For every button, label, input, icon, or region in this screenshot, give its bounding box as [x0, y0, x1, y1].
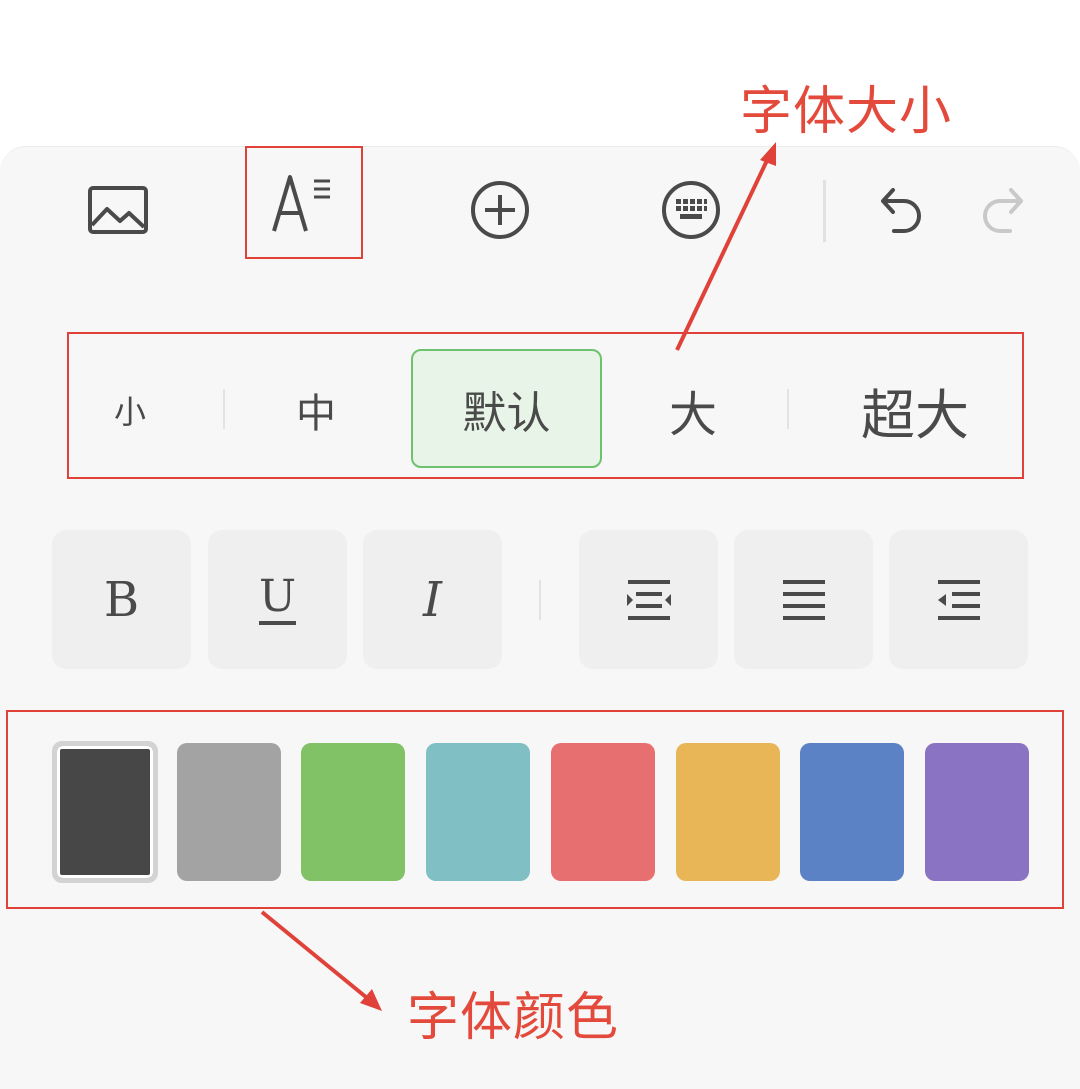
italic-label: I: [423, 571, 442, 628]
toolbar-divider: [823, 180, 826, 242]
undo-icon: [881, 188, 921, 233]
font-size-annotation: 字体大小: [740, 82, 953, 142]
bold-label: B: [103, 571, 140, 628]
font-size-highlight: [67, 332, 1024, 479]
align-justify-icon: [782, 579, 825, 620]
font-style-highlight: [245, 146, 363, 259]
align-center-button[interactable]: [579, 530, 718, 669]
add-circle-icon: [471, 181, 529, 239]
underline-label: U: [258, 574, 297, 625]
align-justify-button[interactable]: [734, 530, 873, 669]
image-icon: [88, 186, 148, 234]
font-color-annotation: 字体颜色: [407, 988, 620, 1048]
keyboard-button[interactable]: [655, 175, 727, 245]
undo-button[interactable]: [870, 180, 932, 240]
bold-button[interactable]: B: [52, 530, 191, 669]
italic-button[interactable]: I: [363, 530, 502, 669]
keyboard-icon: [662, 181, 720, 239]
redo-button[interactable]: [972, 180, 1034, 240]
indent-button[interactable]: [889, 530, 1028, 669]
font-color-highlight: [6, 710, 1064, 909]
redo-icon: [983, 188, 1023, 233]
format-divider: [539, 580, 541, 620]
insert-button[interactable]: [465, 175, 535, 245]
insert-image-button[interactable]: [78, 175, 158, 245]
align-center-icon: [626, 579, 671, 620]
indent-icon: [937, 579, 980, 620]
underline-button[interactable]: U: [208, 530, 347, 669]
